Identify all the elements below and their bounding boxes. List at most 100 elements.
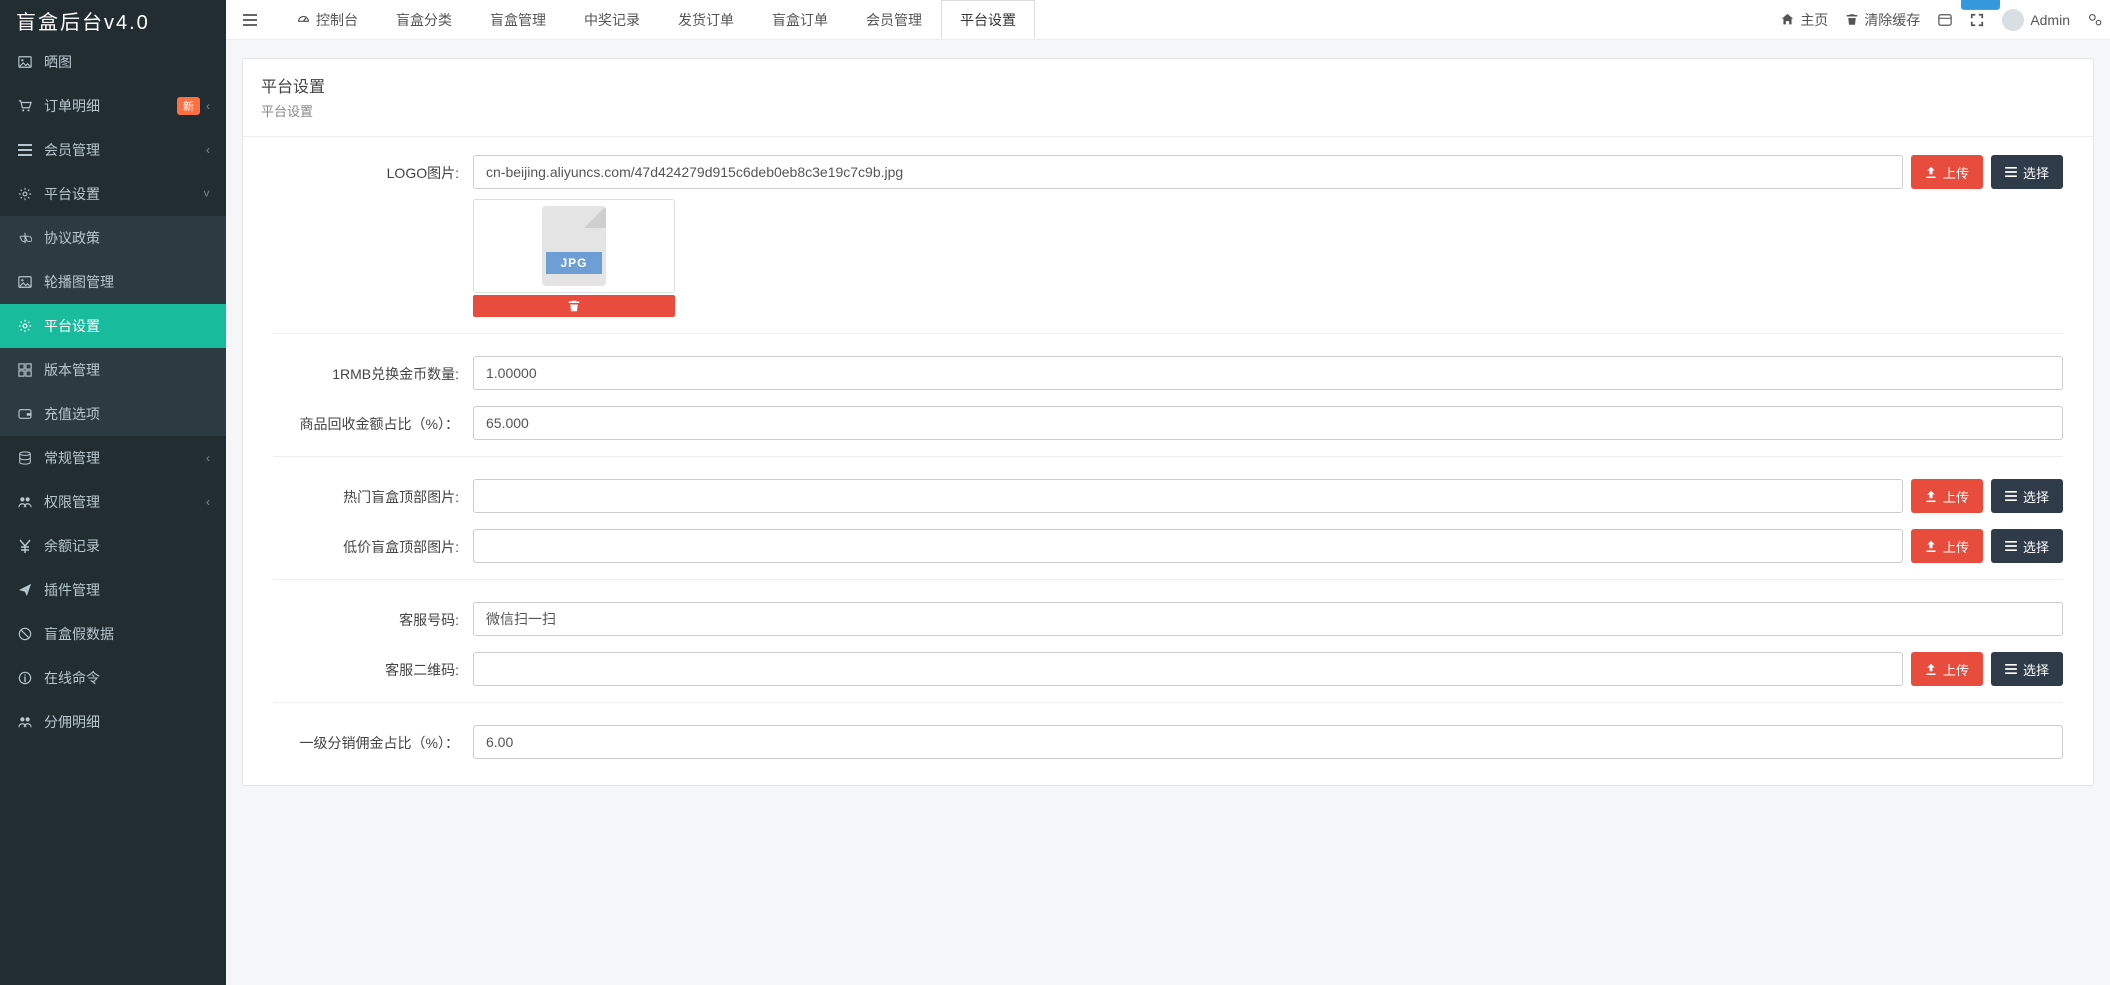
upload-button-cheap[interactable]: 上传 (1911, 529, 1983, 563)
label-hot: 热门盲盒顶部图片: (273, 479, 473, 507)
sidebar-item-label: 分佣明细 (44, 712, 210, 732)
chevron-icon: ˅ (203, 187, 210, 201)
input-cheap[interactable] (473, 529, 1903, 563)
tab-6[interactable]: 会员管理 (847, 0, 941, 39)
upload-button-logo[interactable]: 上传 (1911, 155, 1983, 189)
choose-button-logo[interactable]: 选择 (1991, 155, 2063, 189)
input-recycle[interactable] (473, 406, 2063, 440)
tab-2[interactable]: 盲盒管理 (471, 0, 565, 39)
list-icon (16, 141, 34, 159)
choose-button-hot[interactable]: 选择 (1991, 479, 2063, 513)
home-link[interactable]: 主页 (1781, 10, 1828, 30)
sidebar-item-0[interactable]: 晒图 (0, 40, 226, 84)
label-svc-qr: 客服二维码: (273, 652, 473, 680)
user-menu[interactable]: Admin (2002, 9, 2070, 31)
tab-label: 控制台 (316, 10, 358, 30)
sidebar-item-5[interactable]: 轮播图管理 (0, 260, 226, 304)
sidebar-item-6[interactable]: 平台设置 (0, 304, 226, 348)
lang-icon[interactable] (1938, 13, 1952, 27)
delete-logo-button[interactable] (473, 295, 675, 317)
sidebar-item-label: 充值选项 (44, 404, 210, 424)
row-logo: LOGO图片: 上传 (273, 155, 2063, 317)
page: 平台设置 平台设置 LOGO图片: (226, 40, 2110, 985)
info-icon (16, 669, 34, 687)
upload-button-hot[interactable]: 上传 (1911, 479, 1983, 513)
fullscreen-icon[interactable] (1970, 13, 1984, 27)
row-recycle: 商品回收金额占比（%）： (273, 406, 2063, 440)
upload-label: 上传 (1943, 163, 1969, 182)
list-icon (2005, 664, 2017, 674)
image-icon (16, 53, 34, 71)
sidebar-item-12[interactable]: 插件管理 (0, 568, 226, 612)
tab-label: 盲盒管理 (490, 10, 546, 30)
tab-7[interactable]: 平台设置 (941, 0, 1035, 39)
input-svc-num[interactable] (473, 602, 2063, 636)
upload-label: 上传 (1943, 660, 1969, 679)
sidebar-item-label: 余额记录 (44, 536, 210, 556)
sidebar-item-7[interactable]: 版本管理 (0, 348, 226, 392)
label-logo: LOGO图片: (273, 155, 473, 183)
input-hot[interactable] (473, 479, 1903, 513)
sidebar-item-4[interactable]: 协议政策 (0, 216, 226, 260)
trash-icon (568, 300, 580, 312)
tab-0[interactable]: 控制台 (278, 0, 377, 39)
sidebar-item-10[interactable]: 权限管理‹ (0, 480, 226, 524)
balance-icon (16, 229, 34, 247)
sidebar-item-1[interactable]: 订单明细新‹ (0, 84, 226, 128)
sidebar-item-label: 版本管理 (44, 360, 210, 380)
tab-4[interactable]: 发货订单 (659, 0, 753, 39)
top-tabs: 控制台盲盒分类盲盒管理 中奖记录发货订单盲盒订单 会员管理 平台设置 (278, 0, 1035, 39)
sidebar-item-2[interactable]: 会员管理‹ (0, 128, 226, 172)
tab-label: 会员管理 (866, 10, 922, 30)
sidebar-item-13[interactable]: 盲盒假数据 (0, 612, 226, 656)
sidebar-item-label: 协议政策 (44, 228, 210, 248)
sidebar-item-14[interactable]: 在线命令 (0, 656, 226, 700)
tab-1[interactable]: 盲盒分类 (377, 0, 471, 39)
row-rmb: 1RMB兑换金币数量: (273, 356, 2063, 390)
toggle-sidebar-button[interactable] (234, 0, 266, 39)
sidebar-item-15[interactable]: 分佣明细 (0, 700, 226, 744)
plane-icon (16, 581, 34, 599)
trash-icon (1846, 13, 1858, 26)
sidebar-item-label: 会员管理 (44, 140, 206, 160)
settings-gears-icon[interactable] (2088, 13, 2102, 27)
tab-label: 平台设置 (960, 10, 1016, 30)
dashboard-icon (297, 14, 310, 27)
tab-label: 盲盒订单 (772, 10, 828, 30)
sidebar-item-9[interactable]: 常规管理‹ (0, 436, 226, 480)
gear-icon (16, 317, 34, 335)
clear-cache-link[interactable]: 清除缓存 (1846, 10, 1920, 30)
input-logo[interactable] (473, 155, 1903, 189)
ban-icon (16, 625, 34, 643)
badge-new: 新 (177, 97, 200, 115)
main: 控制台盲盒分类盲盒管理中奖记录发货订单盲盒订单会员管理平台设置 主页 清除缓存 (226, 0, 2110, 985)
upload-button-qr[interactable]: 上传 (1911, 652, 1983, 686)
avatar (2002, 9, 2024, 31)
wallet-icon (16, 405, 34, 423)
sidebar-item-8[interactable]: 充值选项 (0, 392, 226, 436)
clear-cache-label: 清除缓存 (1864, 10, 1920, 30)
chevron-icon: ‹ (206, 451, 210, 465)
choose-button-cheap[interactable]: 选择 (1991, 529, 2063, 563)
tab-5[interactable]: 盲盒订单 (753, 0, 847, 39)
label-svc-num: 客服号码: (273, 602, 473, 630)
input-rmb[interactable] (473, 356, 2063, 390)
page-subtitle: 平台设置 (261, 101, 2075, 120)
row-svc-qr: 客服二维码: 上传 选择 (273, 652, 2063, 686)
sidebar-item-label: 常规管理 (44, 448, 206, 468)
chevron-icon: ‹ (206, 495, 210, 509)
sidebar-item-label: 盲盒假数据 (44, 624, 210, 644)
sidebar-item-3[interactable]: 平台设置˅ (0, 172, 226, 216)
tab-3[interactable]: 中奖记录 (565, 0, 659, 39)
input-svc-qr[interactable] (473, 652, 1903, 686)
topbar: 控制台盲盒分类盲盒管理 中奖记录发货订单盲盒订单 会员管理 平台设置 主页 清除缓存 (226, 0, 2110, 40)
choose-button-qr[interactable]: 选择 (1991, 652, 2063, 686)
sidebar-item-11[interactable]: 余额记录 (0, 524, 226, 568)
gear-icon (16, 185, 34, 203)
top-blue-pill (1961, 0, 2000, 10)
row-hot-img: 热门盲盒顶部图片: 上传 选择 (273, 479, 2063, 513)
input-lv1[interactable] (473, 725, 2063, 759)
sidebar-item-label: 权限管理 (44, 492, 206, 512)
tab-label: 中奖记录 (584, 10, 640, 30)
sidebar-item-label: 平台设置 (44, 316, 210, 336)
